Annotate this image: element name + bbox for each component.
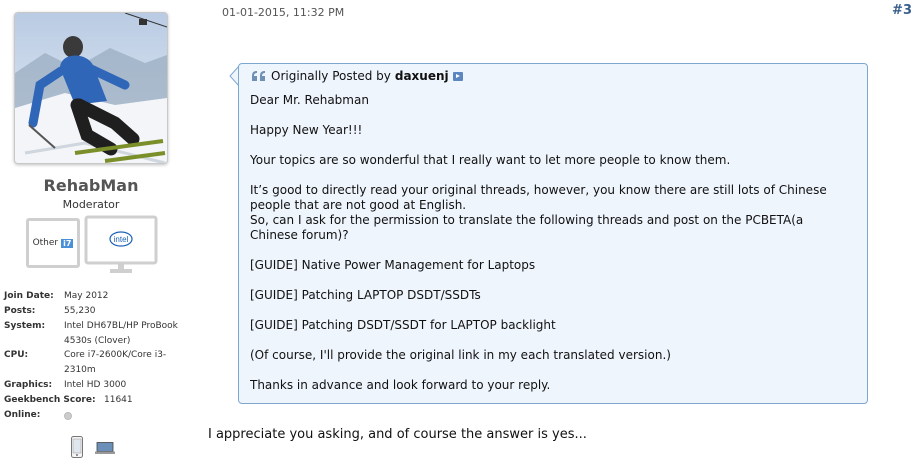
laptop-icon xyxy=(95,442,115,454)
quote-header: Originally Posted by daxuenj xyxy=(251,69,463,83)
intel-badge-icon: intel xyxy=(84,215,158,273)
quote-line: people that are not good at English. xyxy=(250,198,467,212)
avatar[interactable] xyxy=(14,12,168,164)
view-post-icon[interactable] xyxy=(452,71,463,81)
quote-line: Happy New Year!!! xyxy=(250,123,363,137)
phone-icon xyxy=(71,436,83,458)
quote-line: Chinese forum)? xyxy=(250,228,349,242)
username[interactable]: RehabMan xyxy=(0,176,182,195)
quote-line: [GUIDE] Native Power Management for Lapt… xyxy=(250,258,536,272)
quote-line: It’s good to directly read your original… xyxy=(250,183,827,197)
badge-intel-label: intel xyxy=(114,235,129,244)
quote-line: Thanks in advance and look forward to yo… xyxy=(250,378,551,392)
quote-author[interactable]: daxuenj xyxy=(395,69,449,83)
reply-text: I appreciate you asking, and of course t… xyxy=(208,427,587,442)
quote-line: So, can I ask for the permission to tran… xyxy=(250,213,804,227)
badge-other-label: Other xyxy=(32,238,59,248)
quote-line: Dear Mr. Rehabman xyxy=(250,93,369,107)
badge-i7-chip: i7 xyxy=(61,238,74,248)
post-timestamp: 01-01-2015, 11:32 PM xyxy=(222,6,345,19)
online-status-dot xyxy=(64,412,72,420)
quote-prefix: Originally Posted by xyxy=(271,69,391,83)
quote-line: Your topics are so wonderful that I real… xyxy=(250,153,731,167)
quote-line: [GUIDE] Patching LAPTOP DSDT/SSDTs xyxy=(250,288,481,302)
badge-other: Other i7 xyxy=(26,218,80,268)
quote-icon xyxy=(252,71,265,81)
quote-line: (Of course, I'll provide the original li… xyxy=(250,348,671,362)
quote-line: [GUIDE] Patching DSDT/SSDT for LAPTOP ba… xyxy=(250,318,556,332)
quote-box: Originally Posted by daxuenj Dear Mr. Re… xyxy=(238,63,868,404)
user-title: Moderator xyxy=(62,198,120,211)
post-number-link[interactable]: #3 xyxy=(892,3,912,18)
